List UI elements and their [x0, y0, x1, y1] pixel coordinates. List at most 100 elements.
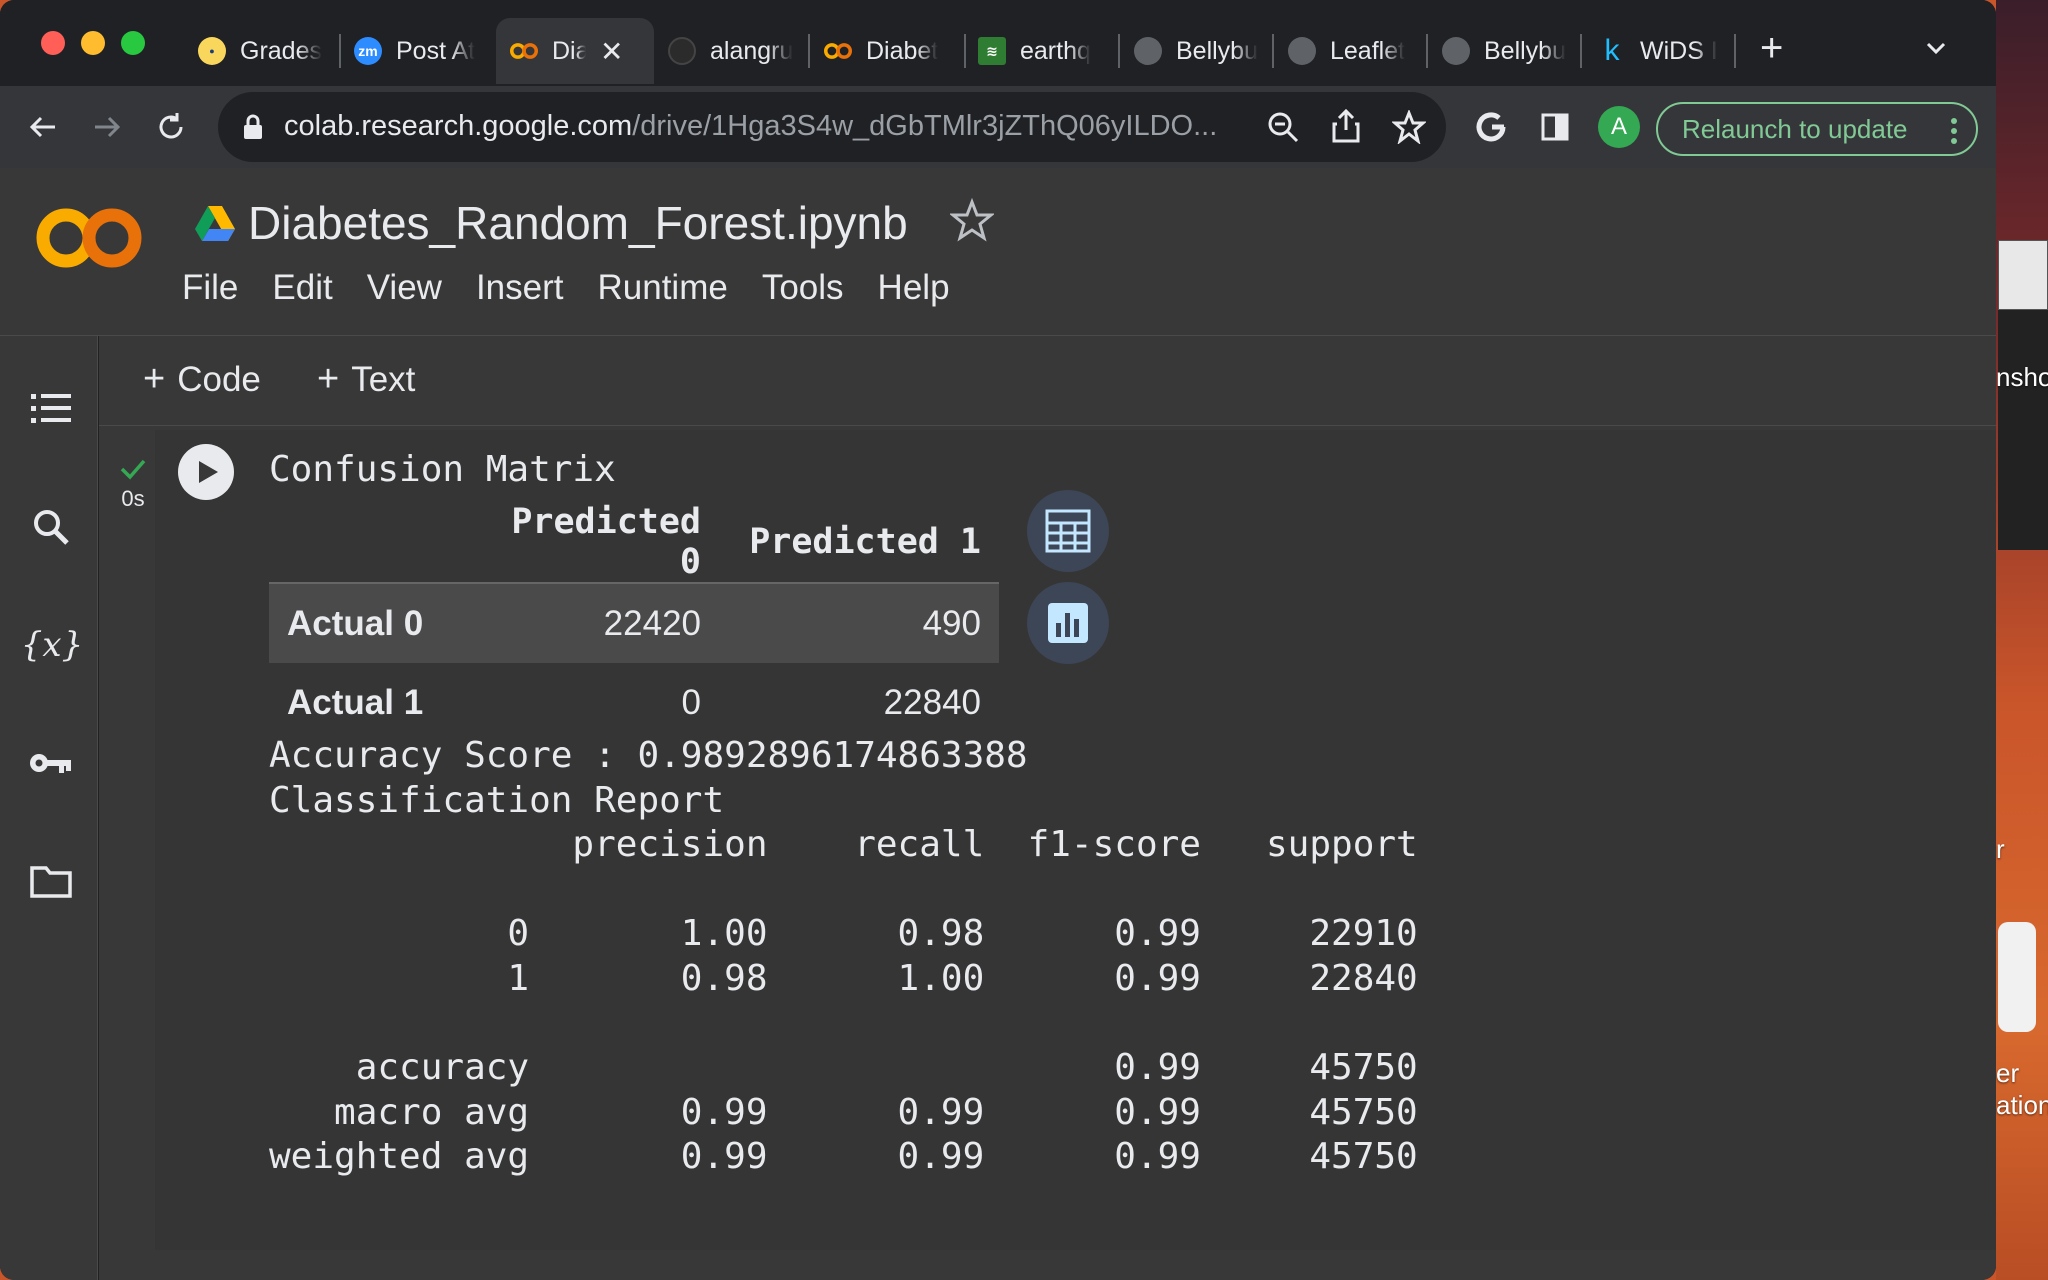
tab-label: alangru [710, 36, 794, 65]
search-icon[interactable] [28, 504, 74, 550]
left-sidebar: {x} [0, 336, 98, 1280]
tab-separator [1426, 34, 1428, 68]
menu-edit[interactable]: Edit [272, 268, 332, 308]
notebook-title[interactable]: Diabetes_Random_Forest.ipynb [248, 196, 908, 250]
browser-toolbar: colab.research.google.com/drive/1Hga3S4w… [0, 86, 1996, 168]
desktop-label: nsho [1996, 362, 2048, 392]
tab-separator [964, 34, 966, 68]
profile-avatar[interactable]: A [1598, 106, 1640, 148]
tab-separator [1734, 34, 1736, 68]
tab-leaflet[interactable]: Leaflet [1288, 18, 1418, 84]
menu-help[interactable]: Help [878, 268, 950, 308]
browser-window: ● Grades zm Post At Dia ✕ alangru Diabet [0, 0, 1996, 1280]
table-icon [1045, 509, 1091, 553]
bookmark-star-icon[interactable] [1392, 110, 1426, 144]
menu-view[interactable]: View [367, 268, 442, 308]
tab-grades[interactable]: ● Grades [198, 18, 328, 84]
tab-label: Grades [240, 36, 322, 65]
desktop-thumbnail [1998, 240, 2048, 310]
maximize-window-button[interactable] [121, 31, 145, 55]
report-title: Classification Report [269, 779, 725, 821]
menu-insert[interactable]: Insert [476, 268, 564, 308]
suggest-charts-button[interactable] [1027, 582, 1109, 664]
cell-gutter: 0s [99, 426, 155, 1280]
globe-icon [1288, 37, 1316, 65]
reload-icon[interactable] [150, 106, 192, 148]
chevron-down-icon[interactable] [1920, 32, 1952, 64]
accuracy-score: Accuracy Score : 0.9892896174863388 [269, 735, 1028, 776]
desktop-label: ation [1996, 1090, 2048, 1120]
desktop-screenshot-strip [1998, 310, 2048, 550]
address-bar[interactable]: colab.research.google.com/drive/1Hga3S4w… [218, 92, 1446, 162]
tab-label: WiDS I [1640, 36, 1718, 65]
colab-icon [824, 37, 852, 65]
checkmark-icon [120, 459, 146, 480]
close-tab-icon[interactable]: ✕ [600, 35, 623, 68]
table-cell: 0 [681, 683, 701, 722]
new-tab-icon[interactable]: + [1760, 28, 1783, 68]
share-icon[interactable] [1330, 108, 1362, 144]
menu-tools[interactable]: Tools [762, 268, 844, 308]
relaunch-label: Relaunch to update [1682, 113, 1908, 144]
school-icon: ● [198, 37, 226, 65]
tab-bellybutton[interactable]: Bellybu [1134, 18, 1264, 84]
tab-separator [1272, 34, 1274, 68]
google-icon[interactable] [1470, 106, 1512, 148]
colab-logo[interactable] [36, 206, 142, 275]
report-row: macro avg 0.99 0.99 0.99 45750 [269, 1091, 1418, 1133]
add-text-button[interactable]: + Text [317, 358, 415, 401]
desktop-label: r [1996, 834, 2005, 864]
tab-label: earthq [1020, 36, 1091, 65]
run-cell-button[interactable] [178, 444, 234, 500]
report-row: weighted avg 0.99 0.99 0.99 45750 [269, 1136, 1418, 1178]
add-text-label: Text [351, 359, 416, 399]
tab-label: Leaflet [1330, 36, 1406, 65]
table-of-contents-icon[interactable] [28, 386, 74, 432]
table-cell: 22840 [883, 683, 981, 722]
tab-bellybutton-2[interactable]: Bellybu [1442, 18, 1572, 84]
menu-runtime[interactable]: Runtime [598, 268, 728, 308]
tab-github[interactable]: alangru [668, 18, 798, 84]
table-cell: 490 [922, 603, 981, 643]
classification-report: Accuracy Score : 0.9892896174863388 Class… [269, 734, 1418, 1180]
colab-icon [510, 37, 538, 65]
tab-separator [1580, 34, 1582, 68]
tab-wids[interactable]: k WiDS I [1598, 18, 1730, 84]
kaggle-icon: k [1604, 34, 1620, 67]
close-window-button[interactable] [41, 31, 65, 55]
minimize-window-button[interactable] [81, 31, 105, 55]
play-icon [199, 461, 218, 483]
tab-diabetes-active[interactable]: Dia ✕ [496, 18, 654, 84]
github-icon [668, 37, 696, 65]
star-icon[interactable] [948, 197, 996, 247]
forward-icon[interactable] [86, 106, 128, 148]
more-vert-icon [1951, 118, 1957, 144]
drive-icon[interactable] [194, 204, 236, 247]
folder-icon[interactable] [28, 858, 74, 904]
row-label: Actual 1 [287, 683, 424, 722]
colab-header: Diabetes_Random_Forest.ipynb File Edit V… [0, 168, 1996, 336]
tab-post[interactable]: zm Post At [354, 18, 484, 84]
tab-separator [339, 34, 341, 68]
table-header [269, 502, 469, 584]
convert-table-button[interactable] [1027, 490, 1109, 572]
desktop-widget [1998, 922, 2036, 1032]
menu-file[interactable]: File [182, 268, 238, 308]
report-row: 0 1.00 0.98 0.99 22910 [269, 913, 1418, 955]
plus-icon: + [143, 358, 166, 400]
side-panel-icon[interactable] [1534, 106, 1576, 148]
cell-toolbar: + Code + Text [99, 336, 1996, 426]
execution-time: 0s [121, 486, 145, 511]
back-icon[interactable] [22, 106, 64, 148]
execution-status: 0s [113, 458, 153, 512]
tab-diabetes-2[interactable]: Diabet [824, 18, 954, 84]
chart-icon: ≋ [978, 37, 1006, 65]
menu-bar: File Edit View Insert Runtime Tools Help [182, 268, 984, 308]
relaunch-button[interactable]: Relaunch to update [1656, 102, 1978, 156]
tab-earthquake[interactable]: ≋ earthq [978, 18, 1108, 84]
key-icon[interactable] [28, 740, 74, 786]
variables-icon[interactable]: {x} [21, 622, 83, 668]
zoom-icon[interactable] [1266, 110, 1300, 144]
confusion-matrix-title: Confusion Matrix [269, 449, 616, 490]
add-code-button[interactable]: + Code [143, 358, 261, 401]
